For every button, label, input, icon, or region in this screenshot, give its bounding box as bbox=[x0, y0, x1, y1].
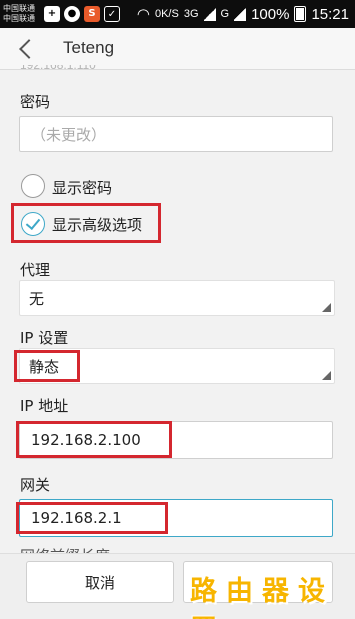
clock: 15:21 bbox=[311, 5, 349, 23]
password-label: 密码 bbox=[20, 93, 51, 111]
password-placeholder: （未更改） bbox=[31, 125, 107, 144]
ip-settings-label: IP 设置 bbox=[20, 329, 69, 347]
network-3g: 3G bbox=[183, 8, 199, 20]
network-g: G bbox=[220, 8, 230, 20]
password-field[interactable]: （未更改） bbox=[19, 116, 333, 152]
battery-percent: 100% bbox=[251, 5, 290, 23]
notification-icons: + ● S ✓ bbox=[44, 6, 120, 22]
message-notification-icon: ✓ bbox=[104, 6, 120, 22]
carrier-1: 中国联通 bbox=[3, 4, 35, 13]
dropdown-triangle-icon bbox=[322, 371, 331, 380]
signal-icon-2 bbox=[234, 7, 247, 21]
proxy-value: 无 bbox=[29, 290, 45, 308]
bottom-button-bar: 取消 路由器设置 bbox=[0, 553, 355, 619]
plus-notification-icon: + bbox=[44, 6, 60, 22]
show-password-label[interactable]: 显示密码 bbox=[52, 177, 112, 198]
proxy-dropdown[interactable]: 无 bbox=[19, 280, 335, 316]
app-notification-icon: S bbox=[84, 6, 100, 22]
watermark-logo: 路由器设置 bbox=[190, 576, 334, 619]
gateway-label: 网关 bbox=[20, 476, 51, 494]
status-bar: 中国联通 中国联通 + ● S ✓ ◠ 0K/S 3G G 100% 15:21 bbox=[0, 0, 355, 28]
page-title: Teteng bbox=[63, 38, 115, 57]
highlight-box-static bbox=[14, 350, 80, 382]
scrolled-ip-value: 192.168.1.110 bbox=[20, 65, 96, 71]
cancel-button[interactable]: 取消 bbox=[26, 561, 174, 603]
status-right: ◠ 0K/S 3G G 100% 15:21 bbox=[136, 5, 349, 24]
dropdown-triangle-icon bbox=[322, 303, 331, 312]
proxy-label: 代理 bbox=[20, 261, 51, 279]
signal-icon bbox=[203, 7, 216, 21]
speed-indicator: 0K/S bbox=[154, 8, 179, 20]
carrier-labels: 中国联通 中国联通 bbox=[3, 4, 35, 24]
action-bar: Teteng bbox=[0, 28, 355, 70]
wifi-icon: ◠ bbox=[136, 6, 150, 23]
highlight-box-gateway bbox=[16, 502, 168, 534]
show-advanced-label[interactable]: 显示高级选项 bbox=[52, 214, 142, 235]
carrier-2: 中国联通 bbox=[3, 14, 35, 23]
show-advanced-checkbox[interactable] bbox=[21, 212, 45, 236]
highlight-box-ip bbox=[16, 421, 172, 458]
battery-icon bbox=[294, 6, 307, 22]
ip-address-label: IP 地址 bbox=[20, 397, 69, 415]
back-arrow-icon[interactable] bbox=[16, 36, 40, 62]
show-password-checkbox[interactable] bbox=[21, 174, 45, 198]
wechat-notification-icon: ● bbox=[64, 6, 80, 22]
